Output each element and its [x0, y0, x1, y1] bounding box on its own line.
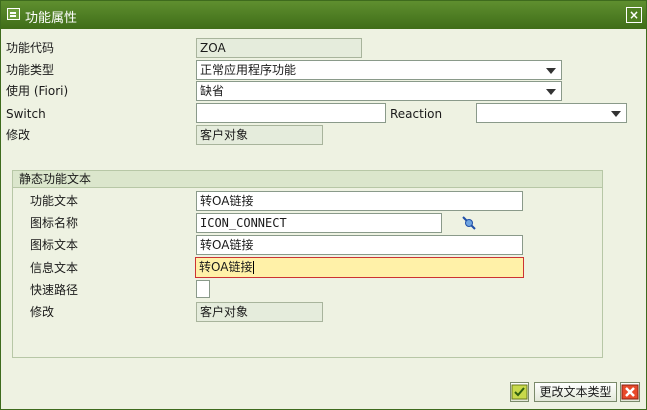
chevron-down-icon[interactable]: [611, 111, 621, 117]
chevron-down-icon[interactable]: [546, 89, 556, 95]
reaction-select[interactable]: [476, 103, 627, 123]
connect-icon[interactable]: [461, 215, 477, 231]
func-code-label: 功能代码: [6, 41, 55, 55]
dialog-title: 功能属性: [25, 11, 78, 26]
use-fiori-value: 缺省: [200, 84, 225, 98]
close-button[interactable]: ×: [626, 7, 642, 23]
cancel-x-icon: [621, 384, 639, 400]
group-header: 静态功能文本: [13, 171, 602, 188]
func-text-input[interactable]: 转OA链接: [196, 191, 523, 211]
info-text-input[interactable]: 转OA链接: [195, 257, 524, 278]
group-modify-field: 客户对象: [196, 302, 323, 322]
func-type-value: 正常应用程序功能: [200, 63, 297, 77]
icon-text-label: 图标文本: [30, 238, 79, 252]
switch-input[interactable]: [196, 103, 386, 123]
use-fiori-label: 使用 (Fiori): [6, 84, 69, 98]
confirm-button[interactable]: [510, 382, 529, 402]
shortcut-label: 快速路径: [30, 283, 79, 297]
info-text-label: 信息文本: [30, 261, 79, 275]
icon-name-label: 图标名称: [30, 216, 79, 230]
func-type-label: 功能类型: [6, 63, 55, 77]
function-attributes-dialog: 功能属性 × 功能代码 ZOA 功能类型 正常应用程序功能 使用 (Fiori)…: [0, 0, 647, 410]
cancel-button[interactable]: [620, 382, 640, 402]
shortcut-input[interactable]: [196, 280, 210, 298]
info-text-value: 转OA链接: [199, 260, 253, 274]
change-text-type-button[interactable]: 更改文本类型: [534, 382, 617, 402]
modify-label: 修改: [6, 128, 31, 142]
func-text-label: 功能文本: [30, 194, 79, 208]
switch-label: Switch: [6, 107, 46, 121]
icon-name-input[interactable]: ICON_CONNECT: [196, 213, 442, 233]
group-modify-label: 修改: [30, 305, 55, 319]
text-cursor: [253, 261, 255, 274]
title-bar[interactable]: 功能属性 ×: [1, 1, 646, 29]
func-code-field: ZOA: [196, 38, 362, 58]
icon-text-input[interactable]: 转OA链接: [196, 235, 523, 255]
checkmark-icon: [511, 384, 528, 400]
chevron-down-icon[interactable]: [546, 68, 556, 74]
modify-field: 客户对象: [196, 125, 323, 145]
func-type-select[interactable]: 正常应用程序功能: [196, 60, 562, 80]
reaction-label: Reaction: [390, 107, 443, 121]
window-icon: [7, 8, 20, 20]
use-fiori-select[interactable]: 缺省: [196, 81, 562, 101]
group-title: 静态功能文本: [19, 172, 92, 186]
